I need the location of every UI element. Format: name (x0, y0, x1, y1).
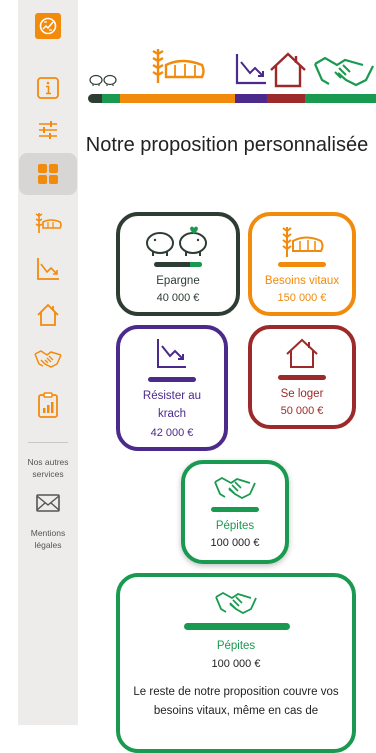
header-bar-loger (267, 94, 305, 103)
card-besoins-vitaux[interactable]: Besoins vitaux 150 000 € (248, 212, 356, 316)
card-epargne-label: Epargne (156, 275, 200, 287)
sidebar-item-loger[interactable] (18, 296, 78, 334)
card-krach[interactable]: Résister au krach 42 000 € (116, 325, 228, 451)
chart-down-header-icon (235, 54, 266, 85)
header-bar-epargne-fill (102, 94, 120, 103)
chart-down-icon (157, 339, 186, 368)
bread-icon (282, 227, 324, 257)
card-pepites-detail-bar (184, 623, 290, 630)
app-logo-icon[interactable] (35, 13, 61, 39)
chart-down-icon (37, 258, 59, 280)
sidebar-item-mail[interactable] (18, 490, 78, 516)
mail-icon (36, 494, 60, 512)
card-pepites-bar (211, 507, 259, 512)
header-bar-besoins (120, 94, 235, 103)
clipboard-chart-icon (38, 392, 58, 418)
header-bar-pepites (305, 94, 376, 103)
sidebar-item-besoins[interactable] (18, 205, 78, 241)
handshake-icon (214, 476, 256, 500)
card-krach-bar (148, 377, 196, 382)
info-icon (37, 77, 59, 99)
header-bar-epargne (88, 94, 102, 103)
card-loger-bar (278, 375, 326, 380)
card-besoins-amount: 150 000 € (277, 292, 327, 304)
bread-icon (35, 213, 62, 233)
card-pepites-amount: 100 000 € (210, 537, 260, 549)
card-pepites[interactable]: Pépites 100 000 € (181, 460, 289, 564)
card-krach-amount: 42 000 € (150, 427, 194, 439)
card-loger-label: Se loger (280, 388, 324, 400)
piggy-banks-icon (146, 226, 207, 256)
card-epargne-bar (154, 262, 202, 267)
sidebar-divider (28, 442, 68, 443)
page-title: Notre proposition personnalisée (85, 134, 369, 156)
card-besoins-label: Besoins vitaux (264, 275, 340, 287)
sidebar: Nos autres services Mentions légales (18, 0, 78, 725)
card-pepites-detail-label: Pépites (216, 640, 256, 652)
card-besoins-bar (278, 262, 326, 267)
card-se-loger[interactable]: Se loger 50 000 € (248, 325, 356, 429)
header-bar-krach (235, 94, 267, 103)
house-icon (286, 338, 318, 368)
house-icon (37, 303, 59, 326)
sidebar-item-overview[interactable] (18, 155, 78, 193)
piggy-banks-icon (89, 74, 117, 86)
handshake-icon (34, 350, 62, 368)
sliders-icon (39, 121, 57, 139)
card-krach-label: Résister au krach (142, 390, 202, 420)
card-pepites-detail: Pépites 100 000 € Le reste de notre prop… (116, 573, 356, 753)
card-pepites-label: Pépites (215, 520, 255, 532)
left-edge-strip (0, 0, 18, 725)
card-epargne-amount: 40 000 € (156, 292, 200, 304)
legal-link[interactable]: Mentions légales (18, 527, 78, 551)
sidebar-item-krach[interactable] (18, 250, 78, 288)
card-epargne[interactable]: Epargne 40 000 € (116, 212, 240, 316)
other-services-label: Nos autres services (27, 457, 69, 479)
card-pepites-detail-description: Le reste de notre proposition couvre vos… (133, 686, 339, 717)
sidebar-item-pepites[interactable] (18, 340, 78, 378)
sidebar-item-settings[interactable] (18, 112, 78, 148)
house-header-icon (270, 52, 306, 88)
bread-header-icon (152, 49, 205, 83)
main-content: Notre proposition personnalisée Epargne … (78, 0, 376, 753)
sidebar-item-info[interactable] (18, 70, 78, 106)
grid-icon (38, 164, 58, 184)
card-pepites-detail-amount: 100 000 € (211, 658, 261, 670)
handshake-header-icon (313, 56, 374, 87)
sidebar-item-report[interactable] (18, 385, 78, 425)
card-loger-amount: 50 000 € (280, 405, 324, 417)
handshake-icon (215, 591, 257, 615)
